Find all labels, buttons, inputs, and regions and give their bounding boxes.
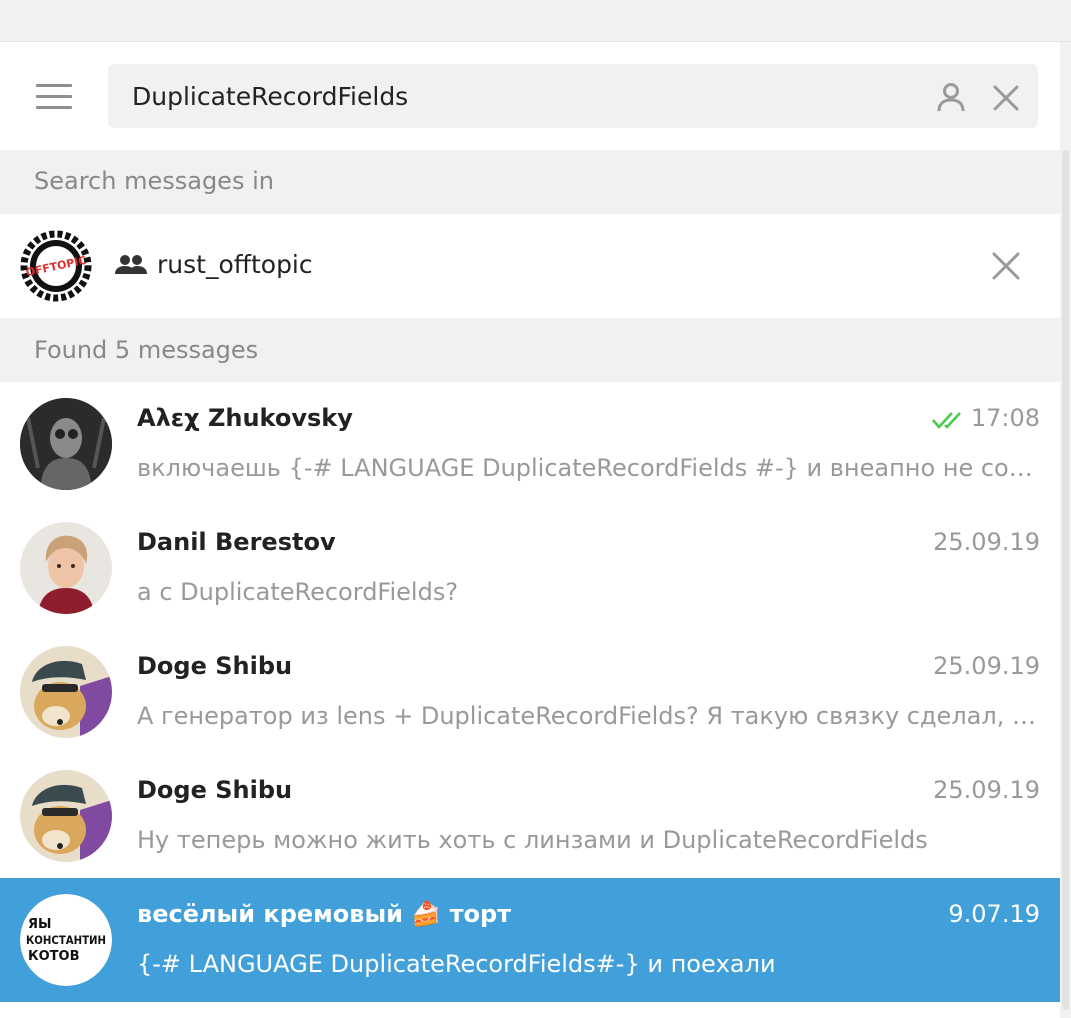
- window-top-bar: [0, 0, 1071, 42]
- result-snippet: Ну теперь можно жить хоть с линзами и Du…: [137, 826, 928, 854]
- svg-text:КОНСТАНТИН: КОНСТАНТИН: [26, 933, 106, 947]
- rust-offtopic-avatar: OFFTOPIC: [20, 230, 92, 302]
- svg-text:КОТОВ: КОТОВ: [28, 949, 80, 964]
- avatar: [20, 398, 112, 490]
- avatar: [20, 522, 112, 614]
- svg-text:ЯЫ: ЯЫ: [28, 917, 51, 932]
- result-time: 17:08: [970, 404, 1040, 432]
- remove-chat-filter-icon[interactable]: [990, 250, 1022, 282]
- result-date: 25.09.19: [933, 776, 1040, 804]
- clear-search-icon[interactable]: [990, 82, 1022, 114]
- search-panel: Search messages in OFFTOPIC rust_offtopi…: [0, 42, 1060, 1018]
- chat-filter-name: rust_offtopic: [157, 250, 313, 279]
- double-check-read-icon: [932, 412, 961, 429]
- search-result-item[interactable]: Doge Shibu 25.09.19 Ну теперь можно жить…: [0, 754, 1060, 878]
- hamburger-menu-icon[interactable]: [36, 84, 72, 110]
- result-snippet: {-# LANGUAGE DuplicateRecordFields#-} и …: [137, 950, 776, 978]
- search-result-item-selected[interactable]: ЯЫ КОНСТАНТИН КОТОВ весёлый кремовый 🍰 т…: [0, 878, 1060, 1002]
- result-date: 25.09.19: [933, 652, 1040, 680]
- result-date: 25.09.19: [933, 528, 1040, 556]
- result-sender: Doge Shibu: [137, 652, 293, 680]
- group-icon: [115, 255, 147, 274]
- result-sender: Doge Shibu: [137, 776, 293, 804]
- search-result-item[interactable]: Danil Berestov 25.09.19 а с DuplicateRec…: [0, 506, 1060, 630]
- avatar: [20, 770, 112, 862]
- search-result-item[interactable]: Αλεχ Zhukovsky 17:08 включаешь {-# LANGU…: [0, 382, 1060, 506]
- avatar: [20, 646, 112, 738]
- chat-filter-row[interactable]: OFFTOPIC rust_offtopic: [0, 214, 1060, 318]
- header: [0, 42, 1060, 150]
- result-snippet: А генератор из lens + DuplicateRecordFie…: [137, 702, 1042, 730]
- avatar: ЯЫ КОНСТАНТИН КОТОВ: [20, 894, 112, 986]
- search-result-item[interactable]: Doge Shibu 25.09.19 А генератор из lens …: [0, 630, 1060, 754]
- user-filter-icon[interactable]: [934, 80, 968, 114]
- search-box: [108, 64, 1038, 128]
- search-in-label: Search messages in: [34, 167, 274, 195]
- result-sender: весёлый кремовый 🍰 торт: [137, 900, 512, 928]
- search-in-header: Search messages in: [0, 150, 1060, 214]
- result-snippet: включаешь {-# LANGUAGE DuplicateRecordFi…: [137, 454, 1042, 482]
- found-count-label: Found 5 messages: [34, 336, 259, 364]
- scrollbar-thumb[interactable]: [1062, 150, 1069, 1010]
- found-count-header: Found 5 messages: [0, 318, 1060, 382]
- search-input[interactable]: [132, 76, 912, 116]
- result-sender: Danil Berestov: [137, 528, 336, 556]
- result-date: 9.07.19: [948, 900, 1040, 928]
- result-sender: Αλεχ Zhukovsky: [137, 404, 353, 432]
- result-snippet: а с DuplicateRecordFields?: [137, 578, 459, 606]
